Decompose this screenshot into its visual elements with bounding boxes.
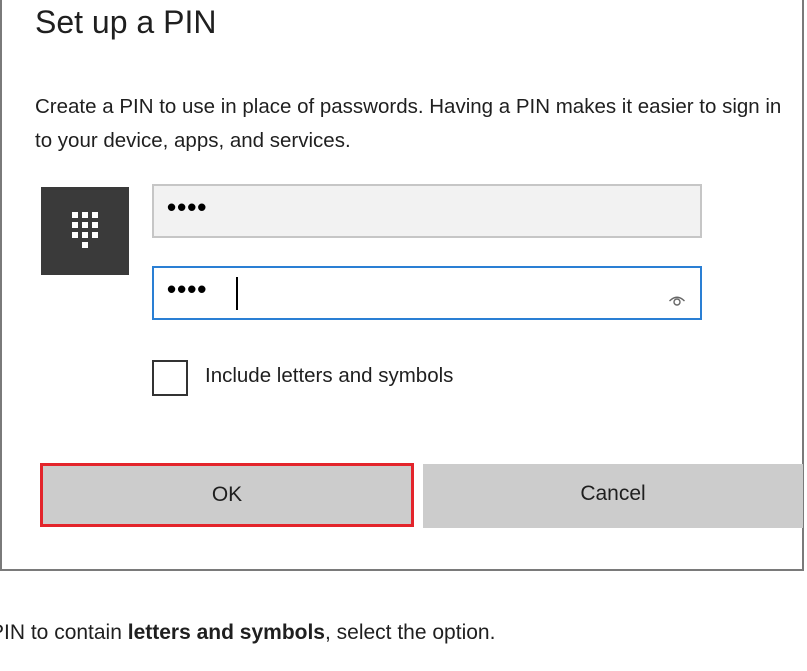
dialog-title: Set up a PIN bbox=[35, 4, 217, 40]
keypad-icon bbox=[41, 187, 129, 275]
confirm-pin-input[interactable]: •••• bbox=[152, 266, 702, 320]
caption-bold: letters and symbols bbox=[127, 621, 325, 644]
caption-prefix: PIN to contain bbox=[0, 621, 128, 644]
ok-button[interactable]: OK bbox=[40, 463, 414, 527]
new-pin-value: •••• bbox=[167, 192, 208, 222]
cancel-button[interactable]: Cancel bbox=[423, 464, 803, 528]
page: Set up a PIN Create a PIN to use in plac… bbox=[0, 0, 807, 671]
dialog-description: Create a PIN to use in place of password… bbox=[35, 95, 782, 152]
caption-suffix: , select the option. bbox=[324, 621, 496, 644]
instruction-caption: PIN to contain letters and symbols, sele… bbox=[0, 621, 495, 645]
text-caret bbox=[236, 277, 238, 310]
include-letters-symbols-checkbox[interactable] bbox=[152, 360, 188, 396]
new-pin-input[interactable]: •••• bbox=[152, 184, 702, 238]
reveal-password-eye-icon[interactable] bbox=[668, 284, 686, 315]
setup-pin-dialog: Set up a PIN Create a PIN to use in plac… bbox=[0, 0, 804, 571]
confirm-pin-value: •••• bbox=[167, 274, 208, 304]
checkbox-label[interactable]: Include letters and symbols bbox=[205, 364, 453, 388]
